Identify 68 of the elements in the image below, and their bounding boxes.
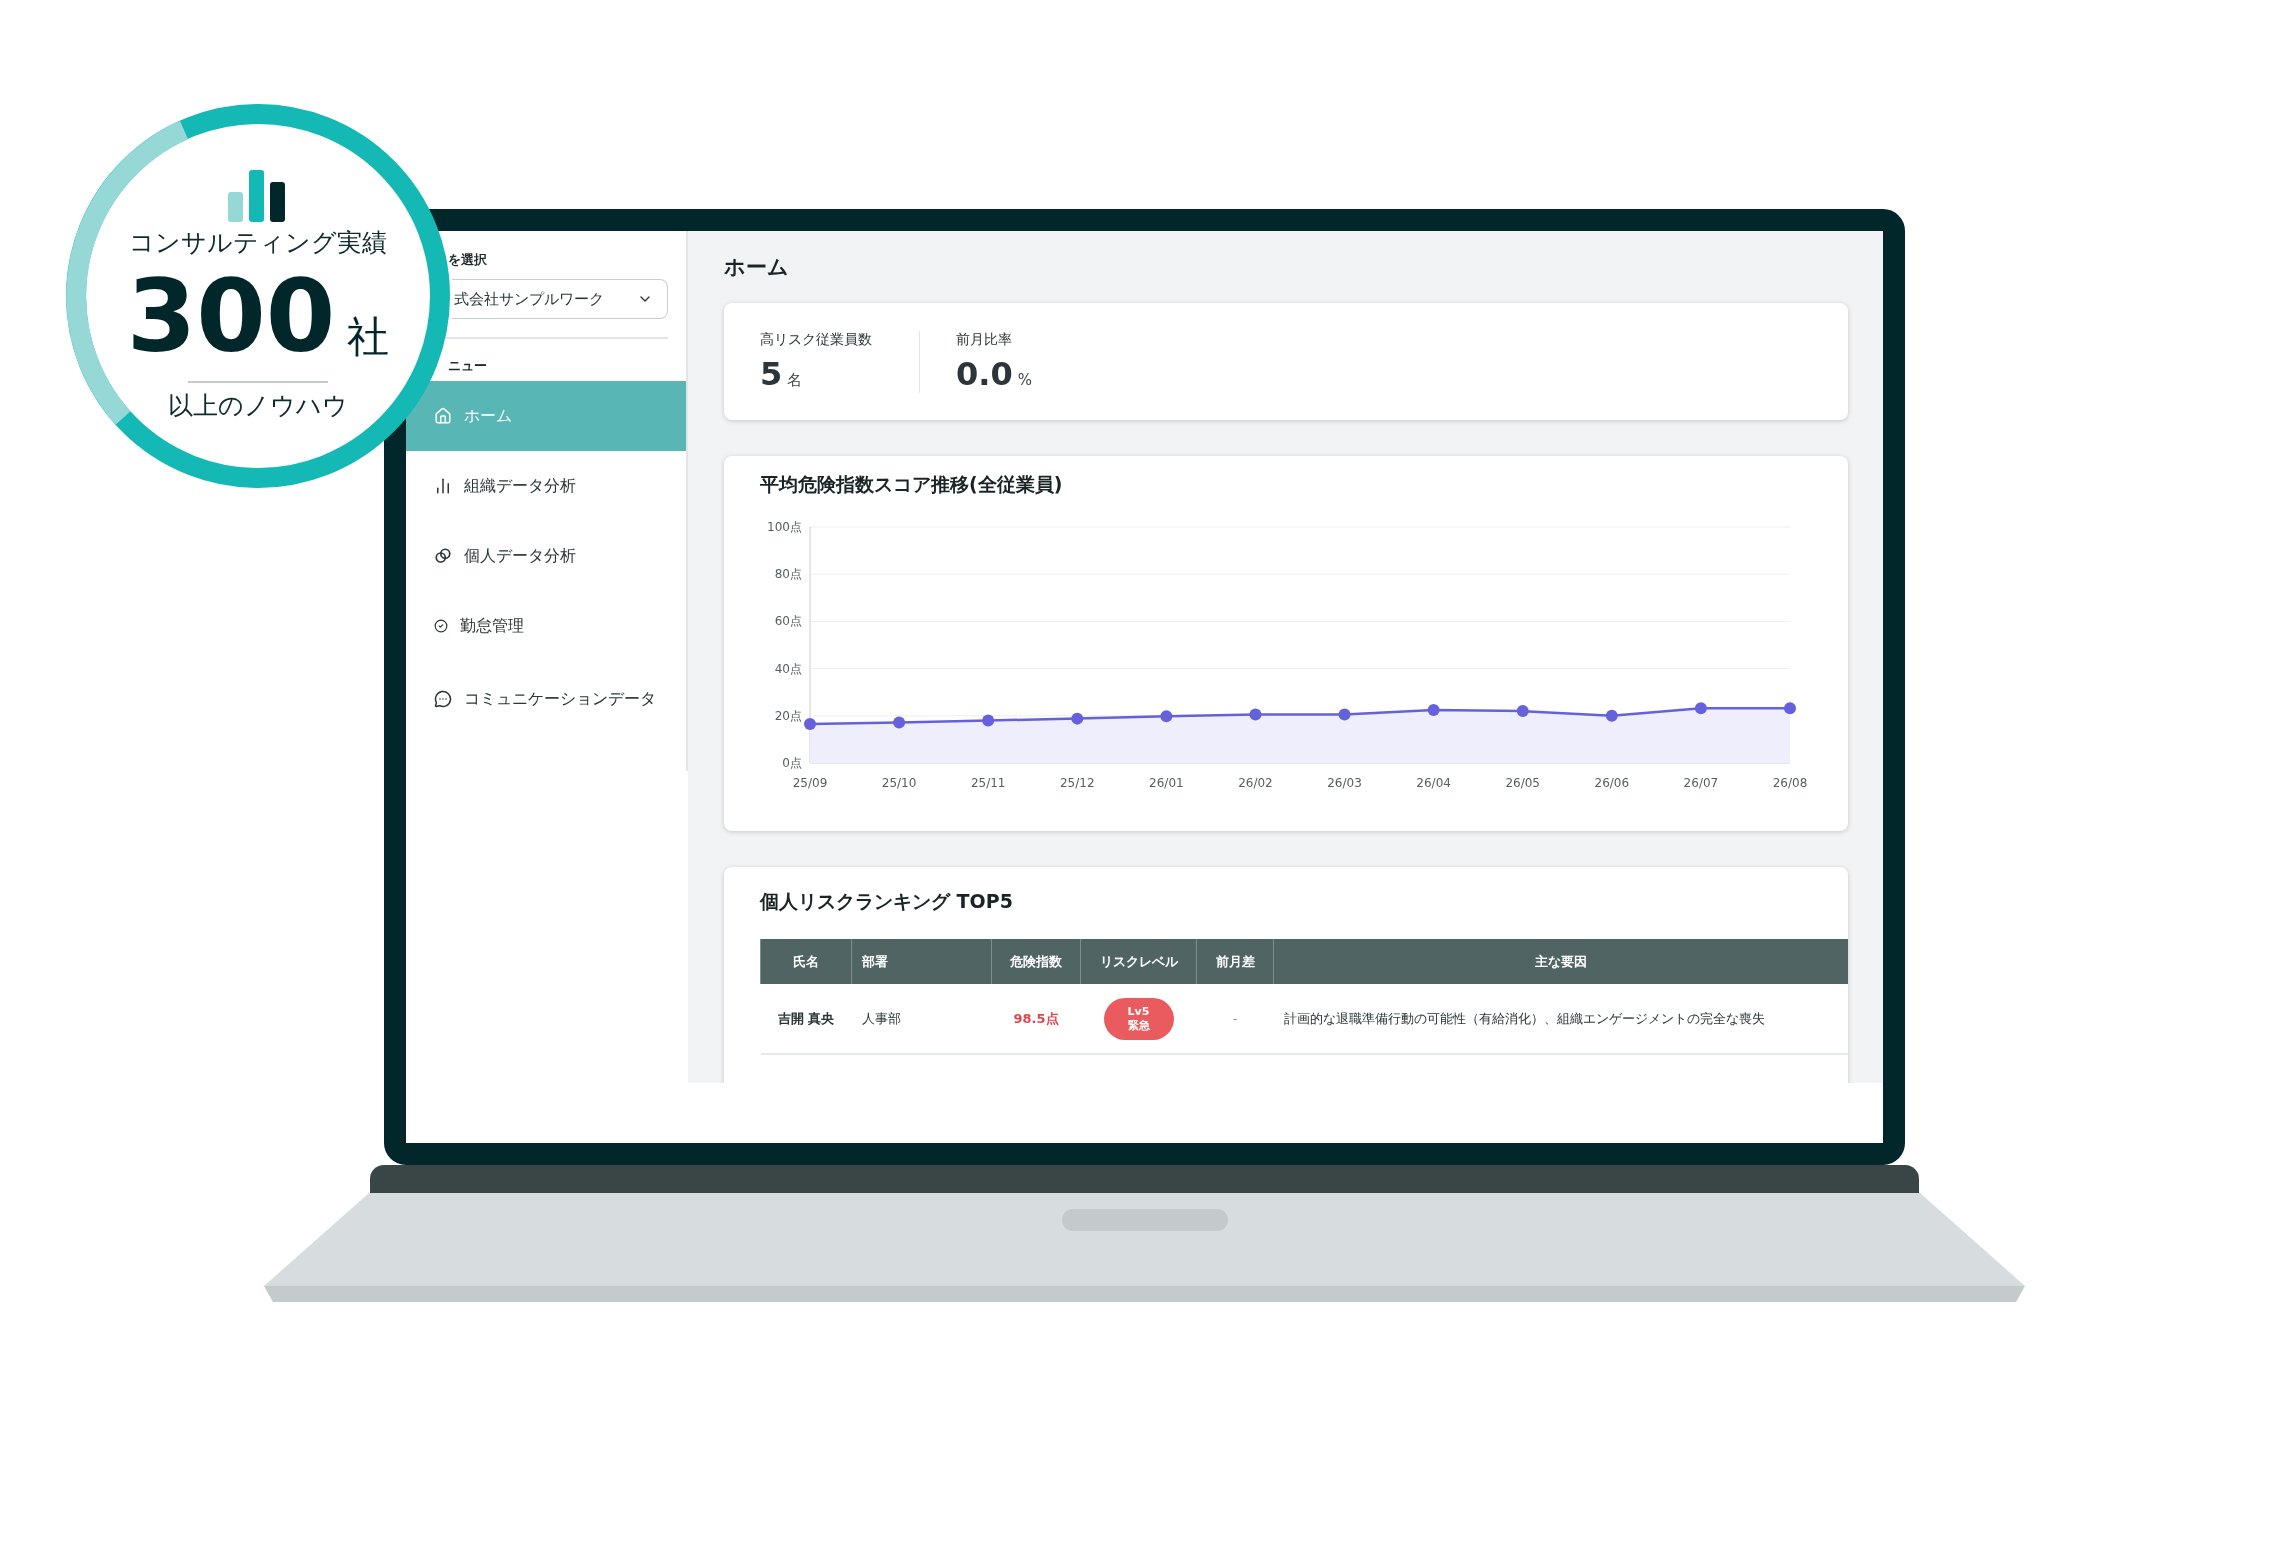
column-header: 前月差: [1196, 939, 1274, 984]
data-point: [1160, 710, 1173, 723]
page-title: ホーム: [724, 254, 790, 281]
axis-label: 25/12: [1060, 776, 1095, 790]
axis-label: 25/10: [881, 776, 917, 790]
axis-label: 26/07: [1683, 776, 1719, 790]
axis-label: 26/08: [1772, 776, 1808, 790]
axis-label: 26/05: [1505, 776, 1540, 790]
axis-label: 26/01: [1149, 776, 1184, 790]
table-cell: 吉開 真央: [760, 984, 852, 1054]
badge-number: 300: [126, 267, 336, 367]
axis-label: 26/02: [1238, 776, 1273, 790]
sidebar-label: ニュー: [447, 357, 488, 375]
badge-unit: 社: [347, 311, 390, 363]
badge-subcaption: 以上のノウハウ: [168, 390, 348, 422]
table-cell: 98.5点: [991, 984, 1081, 1054]
column-header: 氏名: [760, 939, 852, 984]
sidebar-label: を選択: [447, 251, 488, 269]
data-point: [1605, 709, 1618, 722]
nav-item[interactable]: 個人データ分析: [406, 521, 686, 591]
stat-value: 5: [760, 354, 783, 393]
data-point: [1516, 705, 1529, 718]
nav-item[interactable]: 勤怠管理: [406, 591, 686, 661]
stat-value: 0.0: [956, 354, 1013, 393]
table-cell: 人事部: [851, 984, 992, 1054]
data-point: [1071, 712, 1084, 725]
data-point: [804, 718, 816, 731]
stat-unit: 名: [787, 370, 803, 390]
column-header: 危険指数: [991, 939, 1081, 984]
axis-label: 25/11: [970, 776, 1006, 790]
organization-select[interactable]: 式会社サンプルワーク: [452, 279, 668, 319]
column-header: 主な要因: [1273, 939, 1848, 984]
column-header: 部署: [851, 939, 992, 984]
nav-item[interactable]: コミュニケーションデータ: [406, 661, 686, 737]
data-point: [1694, 702, 1707, 715]
axis-label: 60点: [774, 614, 802, 629]
nav-item[interactable]: 組織データ分析: [406, 451, 686, 521]
check-circle-icon: [434, 619, 448, 633]
card-title: 平均危険指数スコア推移(全従業員): [760, 472, 1064, 497]
axis-label: 100点: [767, 520, 802, 534]
data-point: [982, 714, 995, 727]
table-cell: 計画的な退職準備行動の可能性（有給消化）、組織エンゲージメントの完全な喪失: [1273, 984, 1848, 1054]
axis-label: 26/04: [1416, 776, 1451, 790]
stat-label: 前月比率: [956, 330, 1013, 349]
data-point: [1249, 708, 1262, 721]
axis-label: 40点: [774, 661, 802, 676]
axis-label: 0点: [782, 756, 802, 770]
data-point: [1784, 702, 1796, 715]
bar-chart-icon: [434, 477, 452, 495]
table-cell: -: [1196, 984, 1274, 1054]
risk-level-badge: Lv5 緊急: [1103, 997, 1174, 1040]
axis-label: 26/06: [1594, 776, 1630, 790]
stat-unit: %: [1017, 370, 1032, 389]
chat-bubble-icon: [434, 690, 452, 708]
column-header: リスクレベル: [1080, 939, 1197, 984]
stat-label: 高リスク従業員数: [760, 330, 873, 349]
axis-label: 80点: [774, 567, 802, 582]
card-title: 個人リスクランキング TOP5: [760, 889, 1014, 914]
data-point: [1338, 708, 1351, 721]
linked-circles-icon: [434, 547, 452, 565]
bar-chart-icon: [228, 170, 288, 222]
data-point: [893, 716, 906, 729]
axis-label: 26/03: [1327, 776, 1362, 790]
axis-label: 25/09: [792, 776, 828, 790]
badge-caption: コンサルティング実績: [129, 227, 387, 259]
data-point: [1427, 703, 1440, 716]
home-icon: [434, 407, 452, 425]
axis-label: 20点: [774, 708, 802, 723]
